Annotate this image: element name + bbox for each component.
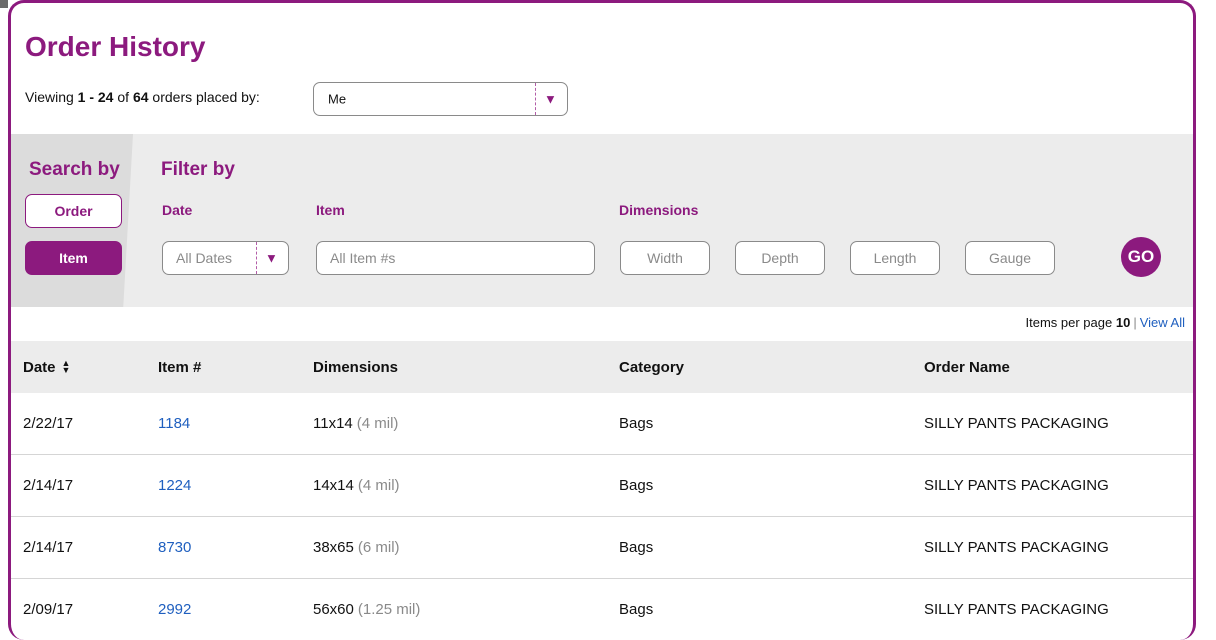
filter-by-title: Filter by bbox=[161, 159, 235, 180]
pipe-separator: | bbox=[1133, 315, 1137, 330]
dimension-value: 14x14 bbox=[313, 477, 354, 494]
page-title: Order History bbox=[25, 31, 206, 62]
cell-dimensions: 38x65 (6 mil) bbox=[313, 517, 400, 578]
column-header-order-name: Order Name bbox=[924, 358, 1010, 376]
column-header-label: Date bbox=[23, 358, 56, 376]
dimensions-filter-label: Dimensions bbox=[619, 202, 699, 218]
triangle-down-icon: ▼ bbox=[265, 250, 278, 266]
column-header-item: Item # bbox=[158, 358, 202, 376]
column-header-dimensions: Dimensions bbox=[313, 358, 399, 376]
placed-by-value: Me bbox=[328, 91, 347, 107]
search-order-button[interactable]: Order bbox=[25, 194, 122, 228]
dimension-value: 11x14 bbox=[313, 415, 353, 432]
cell-dimensions: 14x14 (4 mil) bbox=[313, 455, 400, 516]
dimension-value: 56x60 bbox=[313, 601, 354, 618]
table-header: Date ▲ ▼ Item # Dimensions Category Order… bbox=[11, 341, 1193, 393]
sort-updown-icon[interactable]: ▲ ▼ bbox=[62, 359, 71, 375]
gauge-value: (4 mil) bbox=[356, 415, 399, 432]
cell-item-link[interactable]: 8730 bbox=[158, 517, 191, 578]
viewing-of: of bbox=[117, 89, 130, 105]
table-row: 2/22/17 1184 11x14 (4 mil) Bags SILLY PAN… bbox=[11, 393, 1193, 455]
width-input[interactable]: Width bbox=[620, 241, 710, 275]
cell-order-name: SILLY PANTS PACKAGING bbox=[924, 477, 1109, 494]
cell-order-name: SILLY PANTS PACKAGING bbox=[924, 415, 1109, 432]
cell-category: Bags bbox=[619, 415, 654, 432]
viewing-suffix: orders placed by: bbox=[152, 89, 260, 105]
triangle-down-icon: ▼ bbox=[544, 91, 557, 107]
column-header-category: Category bbox=[619, 358, 685, 376]
cell-order-name: SILLY PANTS PACKAGING bbox=[924, 601, 1109, 618]
cell-item-link[interactable]: 1224 bbox=[158, 455, 191, 516]
placed-by-select[interactable]: Me ▼ bbox=[313, 82, 568, 116]
cell-date: 2/22/17 bbox=[23, 415, 74, 432]
gauge-value: (4 mil) bbox=[357, 477, 400, 494]
select-divider bbox=[535, 83, 536, 115]
viewing-summary: Viewing 1 - 24 of 64 orders placed by: bbox=[25, 89, 260, 105]
search-by-title: Search by bbox=[29, 159, 120, 180]
window-corner-mark bbox=[0, 0, 8, 8]
gauge-value: (6 mil) bbox=[357, 539, 400, 556]
table-row: 2/09/17 2992 56x60 (1.25 mil) Bags SILLY … bbox=[11, 579, 1193, 640]
cell-category: Bags bbox=[619, 539, 654, 556]
date-filter-select[interactable]: All Dates ▼ bbox=[162, 241, 289, 275]
cell-date: 2/09/17 bbox=[23, 601, 74, 618]
cell-item-link[interactable]: 2992 bbox=[158, 579, 191, 640]
search-item-button[interactable]: Item bbox=[25, 241, 122, 275]
table-row: 2/14/17 8730 38x65 (6 mil) Bags SILLY PAN… bbox=[11, 517, 1193, 579]
items-per-page-label: Items per page bbox=[1025, 315, 1113, 330]
depth-input[interactable]: Depth bbox=[735, 241, 825, 275]
cell-category: Bags bbox=[619, 601, 654, 618]
gauge-value: (1.25 mil) bbox=[357, 601, 421, 618]
go-button[interactable]: GO bbox=[1121, 237, 1161, 277]
table-row: 2/14/17 1224 14x14 (4 mil) Bags SILLY PAN… bbox=[11, 455, 1193, 517]
select-divider bbox=[256, 242, 257, 274]
cell-dimensions: 56x60 (1.25 mil) bbox=[313, 579, 420, 640]
items-per-page-value: 10 bbox=[1115, 315, 1131, 330]
cell-item-link[interactable]: 1184 bbox=[158, 393, 190, 454]
viewing-prefix: Viewing bbox=[25, 89, 74, 105]
viewing-total: 64 bbox=[132, 89, 149, 105]
item-filter-label: Item bbox=[316, 202, 345, 218]
length-input[interactable]: Length bbox=[850, 241, 940, 275]
column-header-date[interactable]: Date ▲ ▼ bbox=[23, 341, 70, 393]
date-filter-label: Date bbox=[162, 202, 193, 218]
view-all-link[interactable]: View All bbox=[1140, 315, 1185, 330]
dimension-value: 38x65 bbox=[313, 539, 354, 556]
order-history-panel: Order History Viewing 1 - 24 of 64 order… bbox=[8, 0, 1196, 640]
cell-date: 2/14/17 bbox=[23, 477, 74, 494]
items-per-page: Items per page 10 | View All bbox=[1026, 315, 1186, 330]
date-filter-value: All Dates bbox=[176, 250, 233, 266]
cell-category: Bags bbox=[619, 477, 654, 494]
cell-order-name: SILLY PANTS PACKAGING bbox=[924, 539, 1109, 556]
gauge-input[interactable]: Gauge bbox=[965, 241, 1055, 275]
viewing-range: 1 - 24 bbox=[77, 89, 114, 105]
item-number-input[interactable]: All Item #s bbox=[316, 241, 595, 275]
cell-dimensions: 11x14 (4 mil) bbox=[313, 393, 398, 454]
filter-band: Search by Order Item Filter by Date All … bbox=[11, 134, 1193, 307]
cell-date: 2/14/17 bbox=[23, 539, 74, 556]
